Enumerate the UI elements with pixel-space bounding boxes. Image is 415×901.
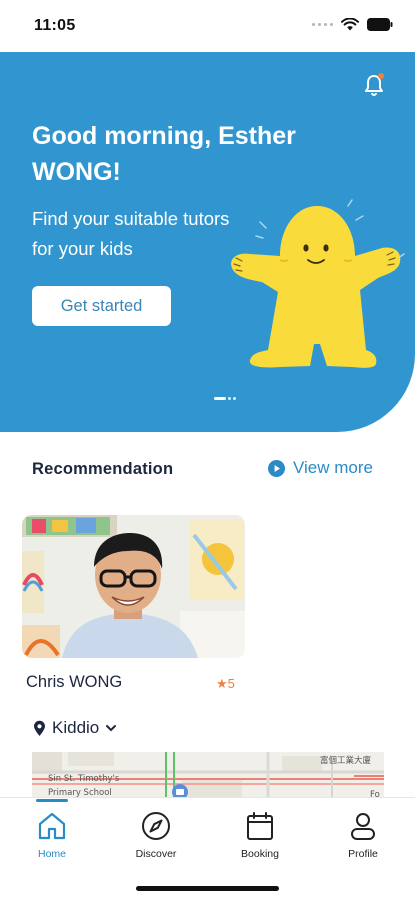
greeting-heading: Good morning, Esther WONG! — [32, 122, 296, 186]
active-tab-indicator — [36, 799, 68, 802]
play-circle-icon — [268, 459, 285, 477]
location-selector[interactable]: Kiddio — [33, 718, 117, 738]
pager-dot[interactable] — [233, 397, 236, 400]
view-more-link[interactable]: View more — [268, 458, 373, 478]
compass-icon — [142, 812, 170, 840]
status-icons — [312, 18, 393, 31]
battery-icon — [367, 18, 393, 31]
tutor-photo — [22, 515, 245, 658]
home-indicator[interactable] — [136, 886, 279, 891]
notification-bell-icon[interactable] — [362, 72, 386, 98]
map-preview[interactable]: Sin St. Timothy's Primary School 富個工業大廈 … — [32, 752, 384, 802]
person-icon — [351, 813, 375, 840]
hero-subtitle: Find your suitable tutors for your kids — [32, 208, 230, 259]
tab-home-label: Home — [37, 848, 66, 860]
tab-booking[interactable]: Booking — [220, 798, 300, 868]
tab-discover-label: Discover — [135, 848, 177, 860]
hero-banner: Good morning, Esther WONG! Find your sui… — [0, 52, 415, 432]
tab-booking-label: Booking — [241, 848, 279, 860]
location-pin-icon — [34, 720, 45, 736]
pager-dot-active[interactable] — [214, 397, 226, 400]
mascot-illustration — [231, 199, 405, 368]
tutor-name: Chris WONG — [26, 673, 123, 691]
recommendation-heading: Recommendation — [32, 460, 174, 478]
carousel-pager — [214, 397, 236, 400]
get-started-button[interactable]: Get started — [32, 286, 171, 326]
tab-profile-label: Profile — [348, 848, 378, 860]
map-label: 富個工業大廈 — [320, 756, 372, 766]
wifi-icon — [341, 18, 359, 31]
tab-home[interactable]: Home — [12, 798, 92, 868]
status-time: 11:05 — [34, 17, 76, 34]
tab-discover[interactable]: Discover — [116, 798, 196, 868]
map-label: Sin St. Timothy's — [48, 774, 120, 784]
pager-dot[interactable] — [228, 397, 231, 400]
view-more-label: View more — [293, 458, 373, 477]
tutor-rating: ★5 — [216, 676, 235, 691]
status-bar: 11:05 — [0, 0, 415, 52]
chevron-down-icon — [106, 725, 117, 732]
tutor-card[interactable]: Chris WONG ★5 — [22, 515, 245, 691]
calendar-icon — [247, 812, 273, 840]
tab-profile[interactable]: Profile — [323, 798, 403, 868]
tutor-portrait-image — [22, 515, 245, 658]
home-icon — [38, 812, 66, 840]
location-label: Kiddio — [52, 718, 100, 737]
cellular-signal-icon — [312, 23, 333, 26]
